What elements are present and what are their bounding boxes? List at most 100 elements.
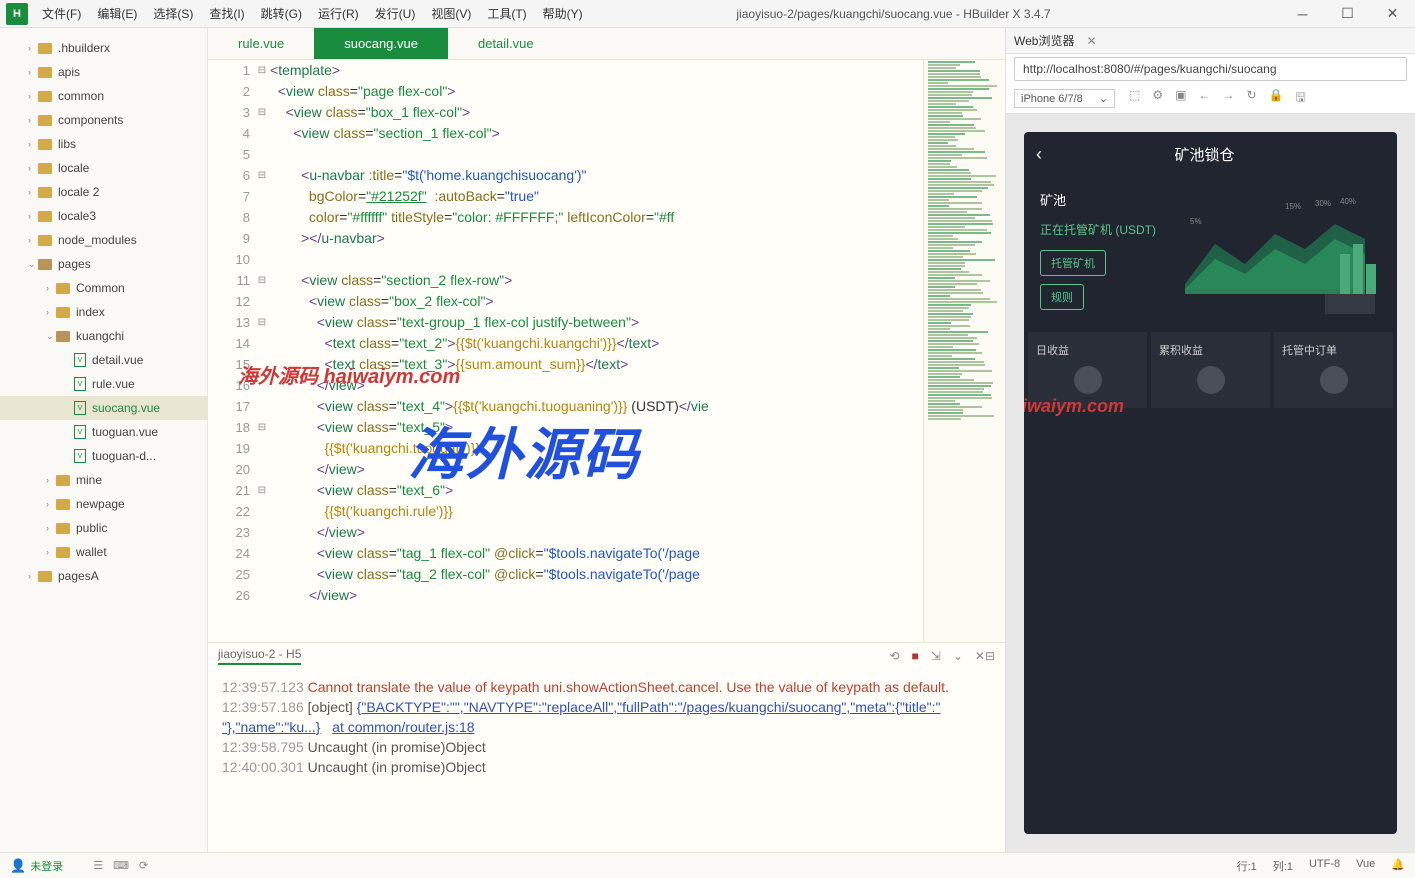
tree-item-locale[interactable]: ›locale [0, 156, 207, 180]
tree-item-locale3[interactable]: ›locale3 [0, 204, 207, 228]
save-icon[interactable]: 🖫 [1295, 88, 1305, 109]
tree-item-pages[interactable]: ⌄pages [0, 252, 207, 276]
back-icon[interactable]: ← [1198, 88, 1210, 109]
code-line[interactable]: bgColor="#21252f" :autoBack="true" [270, 186, 923, 207]
fold-marker[interactable] [254, 81, 270, 102]
code-line[interactable]: <view class="text_5"> [270, 417, 923, 438]
fold-marker[interactable]: ⊟ [254, 270, 270, 291]
menu-find[interactable]: 查找(I) [201, 0, 252, 28]
preview-btn-tuoguan[interactable]: 托管矿机 [1040, 250, 1106, 276]
preview-btn-rule[interactable]: 规则 [1040, 284, 1084, 310]
browser-tab-close-icon[interactable]: ✕ [1086, 34, 1096, 48]
file-tree[interactable]: ›.hbuilderx›apis›common›components›libs›… [0, 28, 208, 852]
minimap[interactable] [923, 60, 1005, 642]
code-line[interactable]: <view class="tag_2 flex-col" @click="$to… [270, 564, 923, 585]
code-line[interactable]: <template> [270, 60, 923, 81]
max-icon[interactable]: ☐ [1325, 0, 1370, 28]
code-line[interactable]: <view class="text-group_1 flex-col justi… [270, 312, 923, 333]
browser-tab[interactable]: Web浏览器 [1014, 32, 1086, 49]
lock-icon[interactable]: 🔒 [1269, 88, 1284, 109]
login-status[interactable]: 未登录 [30, 858, 63, 874]
code-line[interactable]: <text class="text_2">{{$t('kuangchi.kuan… [270, 333, 923, 354]
tree-item-newpage[interactable]: ›newpage [0, 492, 207, 516]
tree-arrow-icon[interactable]: › [28, 139, 38, 149]
code-line[interactable]: </view> [270, 375, 923, 396]
outline-icon[interactable]: ☰ [93, 859, 103, 872]
fold-marker[interactable]: ⊟ [254, 417, 270, 438]
min-icon[interactable]: ─ [1280, 0, 1325, 28]
stat-cumulative[interactable]: 累积收益 [1151, 332, 1270, 408]
fold-marker[interactable] [254, 354, 270, 375]
stat-orders[interactable]: 托管中订单 [1274, 332, 1393, 408]
fold-marker[interactable]: ⊟ [254, 312, 270, 333]
terminal-icon[interactable]: ⌨ [113, 859, 129, 872]
fold-marker[interactable]: ⊟ [254, 102, 270, 123]
forward-icon[interactable]: → [1222, 88, 1234, 109]
code-line[interactable]: <view class="section_2 flex-row"> [270, 270, 923, 291]
refresh-icon[interactable]: ↻ [1246, 88, 1256, 109]
code-line[interactable] [270, 249, 923, 270]
tree-item-rulevue[interactable]: Vrule.vue [0, 372, 207, 396]
fold-marker[interactable]: ⊟ [254, 165, 270, 186]
notify-icon[interactable]: 🔔 [1391, 858, 1405, 874]
tree-item-apis[interactable]: ›apis [0, 60, 207, 84]
fold-marker[interactable]: ⊟ [254, 480, 270, 501]
console-clear-icon[interactable]: ✕⊟ [975, 649, 995, 663]
code-line[interactable]: <u-navbar :title="$t('home.kuangchisuoca… [270, 165, 923, 186]
code-line[interactable]: <view class="tag_1 flex-col" @click="$to… [270, 543, 923, 564]
editor-body[interactable]: 1234567891011121314151617181920212223242… [208, 60, 1005, 642]
phone-preview[interactable]: ‹ 矿池锁仓 矿池 正在托管矿机 (USDT) 托管矿机 规则 5% 15 [1024, 132, 1397, 834]
tree-item-pagesA[interactable]: ›pagesA [0, 564, 207, 588]
tree-item-common[interactable]: ›common [0, 84, 207, 108]
fold-marker[interactable] [254, 543, 270, 564]
fold-marker[interactable] [254, 249, 270, 270]
code-line[interactable]: {{$t('kuangchi.tuoguan')}} [270, 438, 923, 459]
fold-marker[interactable] [254, 144, 270, 165]
tree-item-mine[interactable]: ›mine [0, 468, 207, 492]
code-line[interactable]: <view class="box_2 flex-col"> [270, 291, 923, 312]
tree-arrow-icon[interactable]: › [28, 43, 38, 53]
menu-goto[interactable]: 跳转(G) [253, 0, 310, 28]
code-line[interactable]: </view> [270, 522, 923, 543]
menu-publish[interactable]: 发行(U) [367, 0, 424, 28]
inspect-icon[interactable]: ⬚ [1129, 88, 1140, 109]
fold-marker[interactable] [254, 123, 270, 144]
tree-arrow-icon[interactable]: ⌄ [28, 259, 38, 270]
menu-run[interactable]: 运行(R) [310, 0, 367, 28]
fold-marker[interactable] [254, 585, 270, 606]
tree-item-tuoguand[interactable]: Vtuoguan-d... [0, 444, 207, 468]
code-line[interactable]: color="#ffffff" titleStyle="color: #FFFF… [270, 207, 923, 228]
menu-file[interactable]: 文件(F) [34, 0, 89, 28]
sb-col[interactable]: 列:1 [1273, 858, 1293, 874]
tree-arrow-icon[interactable]: › [46, 523, 56, 533]
tree-arrow-icon[interactable]: › [28, 211, 38, 221]
fold-marker[interactable] [254, 291, 270, 312]
fold-marker[interactable] [254, 459, 270, 480]
fold-marker[interactable] [254, 333, 270, 354]
tree-item-locale2[interactable]: ›locale 2 [0, 180, 207, 204]
sb-line[interactable]: 行:1 [1237, 858, 1257, 874]
close-icon[interactable]: ✕ [1370, 0, 1415, 28]
code-line[interactable]: </view> [270, 459, 923, 480]
tree-item-index[interactable]: ›index [0, 300, 207, 324]
tree-arrow-icon[interactable]: › [28, 91, 38, 101]
fold-marker[interactable] [254, 501, 270, 522]
sb-encoding[interactable]: UTF-8 [1309, 858, 1340, 874]
code-line[interactable]: ></u-navbar> [270, 228, 923, 249]
fold-marker[interactable] [254, 438, 270, 459]
tree-item-wallet[interactable]: ›wallet [0, 540, 207, 564]
tree-arrow-icon[interactable]: › [28, 235, 38, 245]
tab-detail[interactable]: detail.vue [448, 28, 564, 59]
tree-arrow-icon[interactable]: › [46, 499, 56, 509]
tree-arrow-icon[interactable]: › [46, 475, 56, 485]
sb-lang[interactable]: Vue [1356, 858, 1375, 874]
menu-help[interactable]: 帮助(Y) [535, 0, 591, 28]
device-select[interactable]: iPhone 6/7/8 ⌄ [1014, 89, 1115, 108]
code-line[interactable]: <view class="text_4">{{$t('kuangchi.tuog… [270, 396, 923, 417]
code-line[interactable]: <view class="text_6"> [270, 480, 923, 501]
fold-marker[interactable] [254, 186, 270, 207]
tree-arrow-icon[interactable]: › [46, 283, 56, 293]
tree-arrow-icon[interactable]: › [28, 163, 38, 173]
tree-item-components[interactable]: ›components [0, 108, 207, 132]
fold-marker[interactable] [254, 207, 270, 228]
